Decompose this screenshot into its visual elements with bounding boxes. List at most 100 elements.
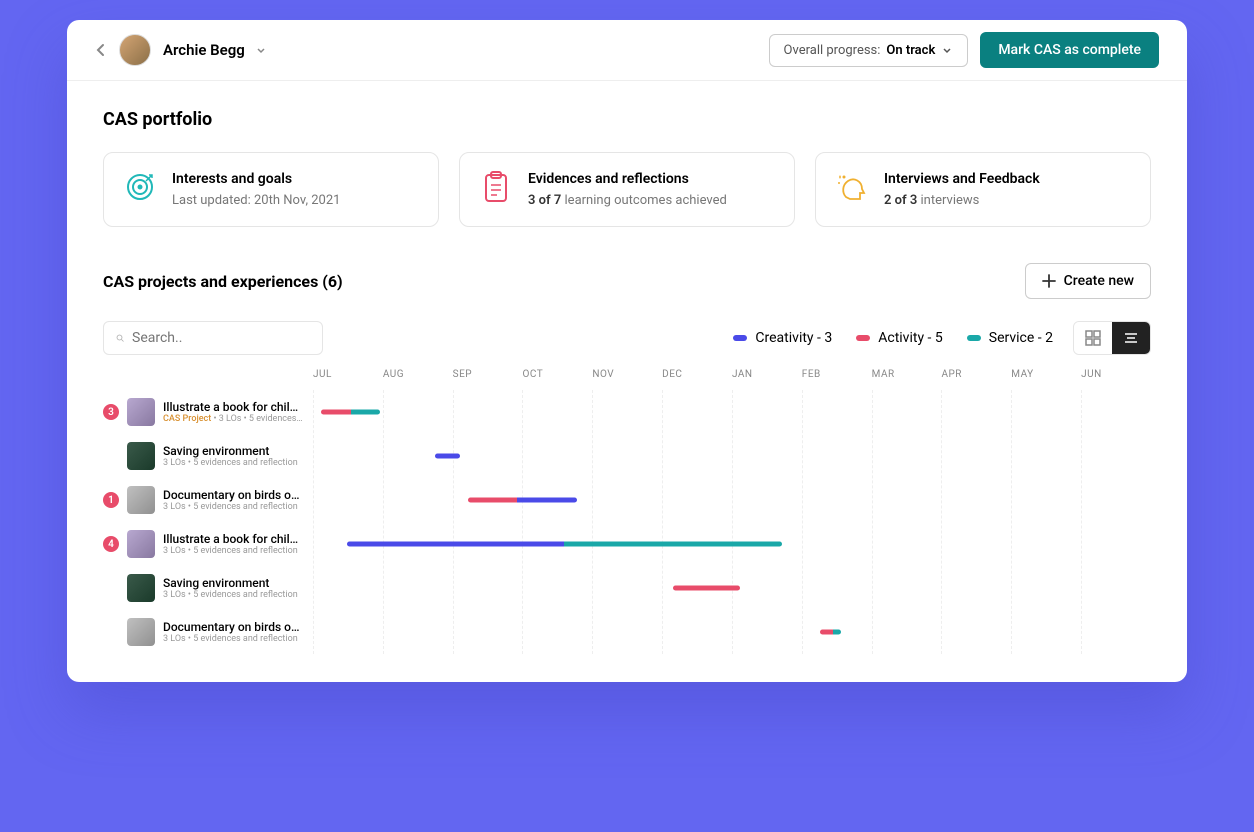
timeline: JULAUGSEPOCTNOVDECJANFEBMARAPRMAYJUN 3 Il… xyxy=(103,369,1151,654)
legend-dot-icon xyxy=(856,335,870,341)
avatar[interactable] xyxy=(119,34,151,66)
count-badge: 3 xyxy=(103,404,119,420)
legend-dot-icon xyxy=(967,335,981,341)
plus-icon xyxy=(1042,274,1056,288)
month-label: MAY xyxy=(1011,369,1081,380)
month-label: APR xyxy=(941,369,1011,380)
username-dropdown[interactable]: Archie Begg xyxy=(163,41,267,59)
timeline-bar[interactable] xyxy=(347,542,783,547)
chevron-down-icon xyxy=(255,44,267,56)
row-subtitle: 3 LOs • 5 evidences and reflection xyxy=(163,458,298,468)
legend-creativity: Creativity - 3 xyxy=(733,330,832,346)
card-title: Evidences and reflections xyxy=(528,171,727,187)
bar-segment xyxy=(820,630,833,635)
view-toggle xyxy=(1073,321,1151,355)
bar-segment xyxy=(564,542,782,547)
row-title: Illustrate a book for childr... xyxy=(163,532,303,546)
month-label: DEC xyxy=(662,369,732,380)
bar-segment xyxy=(517,498,577,503)
grid-view-button[interactable] xyxy=(1074,322,1112,354)
legend-label: Service - 2 xyxy=(989,330,1053,346)
bar-segment xyxy=(833,630,841,635)
card-subtitle: 2 of 3 interviews xyxy=(884,193,1040,208)
timeline-bar[interactable] xyxy=(435,454,460,459)
timeline-icon xyxy=(1123,330,1139,346)
row-title: Saving environment xyxy=(163,444,298,458)
legend-dot-icon xyxy=(733,335,747,341)
timeline-view-button[interactable] xyxy=(1112,322,1150,354)
row-thumbnail xyxy=(127,398,155,426)
card-interviews-feedback[interactable]: Interviews and Feedback 2 of 3 interview… xyxy=(815,152,1151,227)
content: CAS portfolio Interests and goals Last u… xyxy=(67,81,1187,682)
row-subtitle: CAS Project • 3 LOs • 5 evidences a... xyxy=(163,414,303,424)
timeline-row[interactable]: 0Saving environment3 LOs • 5 evidences a… xyxy=(103,566,1151,610)
row-thumbnail xyxy=(127,486,155,514)
row-title: Illustrate a book for child... xyxy=(163,400,303,414)
timeline-row[interactable]: 0Documentary on birds of ...3 LOs • 5 ev… xyxy=(103,610,1151,654)
timeline-bar[interactable] xyxy=(673,586,740,591)
row-thumbnail xyxy=(127,530,155,558)
timeline-row[interactable]: 0Saving environment3 LOs • 5 evidences a… xyxy=(103,434,1151,478)
page-title: CAS portfolio xyxy=(103,109,1151,130)
head-sparkle-icon xyxy=(836,171,868,203)
mark-complete-button[interactable]: Mark CAS as complete xyxy=(980,32,1159,68)
timeline-bar[interactable] xyxy=(468,498,577,503)
timeline-row[interactable]: 3 Illustrate a book for child...CAS Proje… xyxy=(103,390,1151,434)
bar-segment xyxy=(351,410,380,415)
chevron-down-icon xyxy=(941,44,953,56)
legend-label: Activity - 5 xyxy=(878,330,943,346)
create-new-button[interactable]: Create new xyxy=(1025,263,1151,299)
target-icon xyxy=(124,171,156,203)
count-badge: 1 xyxy=(103,492,119,508)
chevron-left-icon xyxy=(95,43,107,57)
username-label: Archie Begg xyxy=(163,41,245,59)
row-subtitle: 3 LOs • 5 evidences and reflection xyxy=(163,502,303,512)
card-subtitle: 3 of 7 learning outcomes achieved xyxy=(528,193,727,208)
row-title: Documentary on birds of ... xyxy=(163,488,303,502)
row-subtitle: 3 LOs • 5 evidences and reflection xyxy=(163,590,298,600)
month-label: SEP xyxy=(453,369,523,380)
bar-segment xyxy=(321,410,350,415)
legend: Creativity - 3 Activity - 5 Service - 2 xyxy=(733,330,1053,346)
clipboard-icon xyxy=(480,171,512,203)
month-label: OCT xyxy=(522,369,592,380)
timeline-bar[interactable] xyxy=(820,630,841,635)
timeline-row[interactable]: 1 Documentary on birds of ...3 LOs • 5 ev… xyxy=(103,478,1151,522)
row-thumbnail xyxy=(127,618,155,646)
row-title: Documentary on birds of ... xyxy=(163,620,303,634)
legend-activity: Activity - 5 xyxy=(856,330,943,346)
card-evidences-reflections[interactable]: Evidences and reflections 3 of 7 learnin… xyxy=(459,152,795,227)
month-label: JAN xyxy=(732,369,802,380)
progress-dropdown[interactable]: Overall progress: On track xyxy=(769,34,969,67)
search-input[interactable] xyxy=(132,330,310,346)
month-label: JUL xyxy=(313,369,383,380)
progress-value: On track xyxy=(886,43,935,58)
timeline-months: JULAUGSEPOCTNOVDECJANFEBMARAPRMAYJUN xyxy=(313,369,1151,380)
create-new-label: Create new xyxy=(1064,273,1134,289)
row-subtitle: 3 LOs • 5 evidences and reflection xyxy=(163,546,303,556)
timeline-bar[interactable] xyxy=(321,410,380,415)
progress-label: Overall progress: xyxy=(784,43,881,58)
grid-icon xyxy=(1085,330,1101,346)
card-subtitle: Last updated: 20th Nov, 2021 xyxy=(172,193,340,208)
cards-row: Interests and goals Last updated: 20th N… xyxy=(103,152,1151,227)
bar-segment xyxy=(435,454,460,459)
toolbar: Creativity - 3 Activity - 5 Service - 2 xyxy=(103,321,1151,355)
search-box[interactable] xyxy=(103,321,323,355)
section-title: CAS projects and experiences (6) xyxy=(103,272,343,291)
back-button[interactable] xyxy=(95,43,107,57)
section-header: CAS projects and experiences (6) Create … xyxy=(103,263,1151,299)
row-title: Saving environment xyxy=(163,576,298,590)
row-thumbnail xyxy=(127,442,155,470)
card-interests-goals[interactable]: Interests and goals Last updated: 20th N… xyxy=(103,152,439,227)
legend-label: Creativity - 3 xyxy=(755,330,832,346)
row-thumbnail xyxy=(127,574,155,602)
month-label: FEB xyxy=(802,369,872,380)
bar-segment xyxy=(347,542,565,547)
count-badge: 4 xyxy=(103,536,119,552)
legend-service: Service - 2 xyxy=(967,330,1053,346)
search-icon xyxy=(116,330,124,346)
timeline-row[interactable]: 4 Illustrate a book for childr...3 LOs • … xyxy=(103,522,1151,566)
header: Archie Begg Overall progress: On track M… xyxy=(67,20,1187,81)
bar-segment xyxy=(468,498,517,503)
